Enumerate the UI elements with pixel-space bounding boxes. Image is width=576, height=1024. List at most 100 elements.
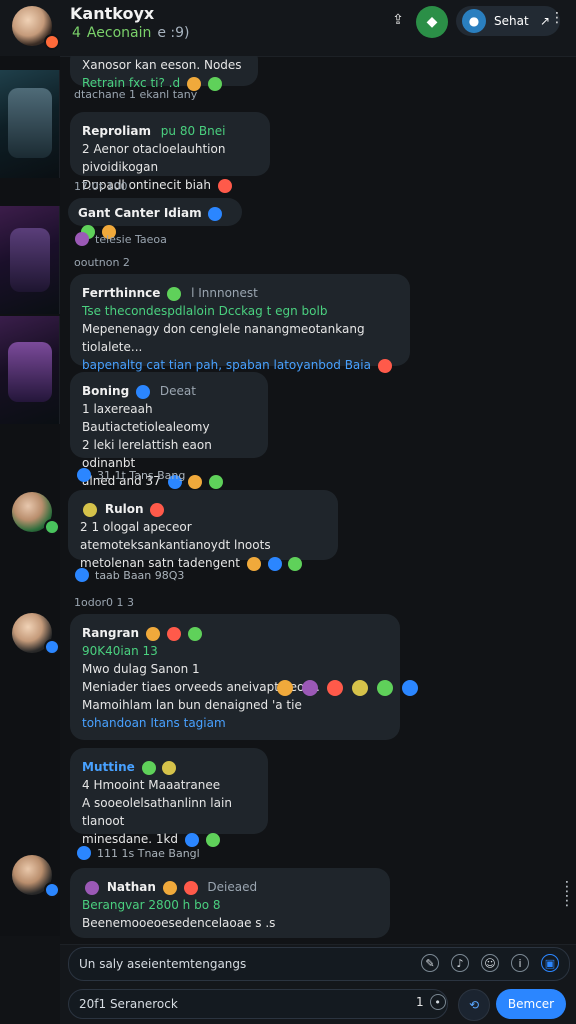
emoji-icon bbox=[205, 832, 220, 847]
loop-icon[interactable]: ⟲ bbox=[458, 989, 490, 1021]
gamepad-icon[interactable]: ◆ bbox=[416, 6, 448, 38]
avatar-icon bbox=[377, 680, 393, 696]
message-bubble-0: Xanosor kan eeson. Nodes Retrain fxc ti?… bbox=[70, 56, 258, 91]
message-line: 2 Aenor otacloelauhtion pivoidikogan bbox=[82, 142, 226, 174]
message-line: Beenemooeoesedencelaoae s .s bbox=[82, 916, 276, 930]
message-line: tohandoan Itans tagiam bbox=[82, 716, 226, 730]
emoji-icon bbox=[166, 626, 181, 641]
status-count: 4 bbox=[72, 25, 81, 41]
more-vertical-icon[interactable]: ⋮ ⋮ bbox=[560, 880, 574, 908]
message-header: Ferrthinnce l Innnonest bbox=[82, 286, 258, 301]
message-bubble-5: Rulon 2 1 ologal apeceor atemoteksankant… bbox=[68, 490, 338, 571]
message-header: Rangran bbox=[82, 624, 388, 642]
message-line: Mamoihlam lan bun denaigned 'a tie bbox=[82, 698, 302, 712]
conversation-status: 4 Aeconain e :9) bbox=[72, 25, 190, 41]
message-bubble-8: Nathan Deieaed Berangvar 2800 h bo 8 Bee… bbox=[70, 868, 390, 938]
share-icon[interactable]: ⇪ bbox=[390, 12, 406, 28]
secondary-controls: 1 • bbox=[416, 994, 446, 1010]
participant-presence-2 bbox=[44, 639, 60, 655]
message-header: Rulon bbox=[80, 500, 326, 518]
settings-icon: ● bbox=[462, 9, 486, 33]
check-icon bbox=[75, 568, 89, 582]
conversation-title: Kantkoyx bbox=[70, 4, 155, 23]
avatar-icon bbox=[277, 680, 293, 696]
composer-actions: ✎ ♪ ☺ i ▣ bbox=[421, 954, 559, 972]
message-reactions-7[interactable]: 111 1s Tnae Bangl bbox=[74, 846, 200, 860]
badge-icon bbox=[85, 880, 99, 895]
message-line: 1 laxereaah Bautiactetiolealeomy bbox=[82, 402, 210, 434]
message-header: Boning Deeat bbox=[82, 384, 196, 399]
emoji-icon bbox=[183, 880, 198, 895]
emoji-icon bbox=[267, 556, 282, 571]
like-icon bbox=[77, 846, 91, 860]
status-extra: e :9) bbox=[157, 25, 190, 41]
participant-presence-3 bbox=[44, 882, 60, 898]
emoji-icon bbox=[208, 206, 223, 221]
message-line: 4 Hmooint Maaatranee bbox=[82, 778, 221, 792]
media-thumb-3[interactable] bbox=[0, 316, 60, 424]
message-line: Mepenenagy don cenglele nanangmeotankang… bbox=[82, 322, 365, 354]
composer-avatar[interactable] bbox=[12, 982, 52, 1022]
emoji-icon bbox=[136, 384, 151, 399]
avatar-icon bbox=[402, 680, 418, 696]
message-reactions-5[interactable]: taab Baan 98Q3 bbox=[72, 568, 184, 582]
message-header: Nathan Deieaed bbox=[82, 878, 378, 896]
pill-arrow-icon: ↗ bbox=[539, 14, 550, 28]
message-line: 2 1 ologal apeceor atemoteksankantianoyd… bbox=[80, 520, 271, 552]
live-pill-button[interactable]: ● Sehat ↗ bbox=[456, 6, 560, 36]
more-icon[interactable]: ⋮ bbox=[550, 10, 564, 26]
avatar-icon bbox=[327, 680, 343, 696]
secondary-input[interactable]: 20f1 Seranerock bbox=[68, 989, 448, 1019]
pill-label: Sehat bbox=[494, 14, 529, 28]
message-input[interactable]: Un saly aseientemtengangs ✎ ♪ ☺ i ▣ bbox=[68, 947, 570, 981]
emoji-icon bbox=[188, 474, 203, 489]
emoji-icon bbox=[150, 502, 165, 517]
message-reactions-4[interactable]: 31 1t Tans Bang bbox=[74, 468, 185, 482]
target-icon[interactable]: • bbox=[429, 994, 446, 1010]
message-line: 2 leki lerelattish eaon odinanbt bbox=[82, 438, 212, 470]
secondary-placeholder: 20f1 Seranerock bbox=[79, 997, 178, 1011]
emoji-icon bbox=[288, 556, 303, 571]
message-line: Xanosor kan eeson. Nodes bbox=[82, 58, 242, 72]
message-bubble-1: Reproliam pu 80 Bnei 2 Aenor otacloelauh… bbox=[70, 112, 270, 193]
badge-icon bbox=[83, 502, 97, 517]
media-thumb-1[interactable] bbox=[0, 70, 60, 178]
status-text: Aeconain bbox=[86, 25, 152, 41]
info-icon[interactable]: i bbox=[511, 954, 529, 972]
timestamp-3: ooutnon 2 bbox=[74, 256, 130, 269]
message-bubble-7: Muttine 4 Hmooint Maaatranee A sooeolels… bbox=[70, 748, 268, 847]
message-header: Reproliam pu 80 Bnei bbox=[82, 124, 226, 138]
image-icon[interactable]: ▣ bbox=[541, 954, 559, 972]
media-thumb-2[interactable] bbox=[0, 206, 60, 314]
message-meta-2: telesie Taeoa bbox=[72, 232, 167, 246]
mic-icon[interactable]: ♪ bbox=[451, 954, 469, 972]
reaction-icon bbox=[75, 232, 89, 246]
message-bubble-3: Ferrthinnce l Innnonest Tse thecondespdl… bbox=[70, 274, 410, 391]
emoji-icon bbox=[207, 76, 222, 91]
message-bubble-2: Gant Canter Idiam bbox=[68, 198, 242, 239]
avatar-icon bbox=[352, 680, 368, 696]
message-meta-1: 17:0t 100 bbox=[74, 180, 128, 193]
message-line: 90K40ian 13 bbox=[82, 644, 158, 658]
emoji-icon bbox=[246, 556, 261, 571]
emoji-icon[interactable]: ☺ bbox=[481, 954, 499, 972]
message-line: Berangvar 2800 h bo 8 bbox=[82, 898, 221, 912]
emoji-icon bbox=[141, 760, 156, 775]
emoji-icon bbox=[209, 474, 224, 489]
message-meta-0: dtachane 1 ekanl tany bbox=[74, 88, 198, 101]
message-line: Mwo dulag Sanon 1 bbox=[82, 662, 200, 676]
chat-header: Kantkoyx 4 Aeconain e :9) ⇪ ◆ ● Sehat ↗ … bbox=[0, 0, 576, 57]
message-placeholder: Un saly aseientemtengangs bbox=[79, 957, 247, 971]
emoji-icon bbox=[187, 626, 202, 641]
avatar-icon bbox=[302, 680, 318, 696]
participant-presence-1 bbox=[44, 519, 60, 535]
input-counter: 1 bbox=[416, 995, 424, 1009]
emoji-icon bbox=[162, 880, 177, 895]
message-list[interactable]: Xanosor kan eeson. Nodes Retrain fxc ti?… bbox=[60, 56, 576, 944]
send-button[interactable]: Bemcer bbox=[496, 989, 566, 1019]
message-line: A sooeolelsathanlinn lain tlanoot bbox=[82, 796, 232, 828]
emoji-icon bbox=[167, 286, 182, 301]
emoji-icon bbox=[377, 358, 392, 373]
emoji-icon bbox=[162, 760, 177, 775]
attach-icon[interactable]: ✎ bbox=[421, 954, 439, 972]
